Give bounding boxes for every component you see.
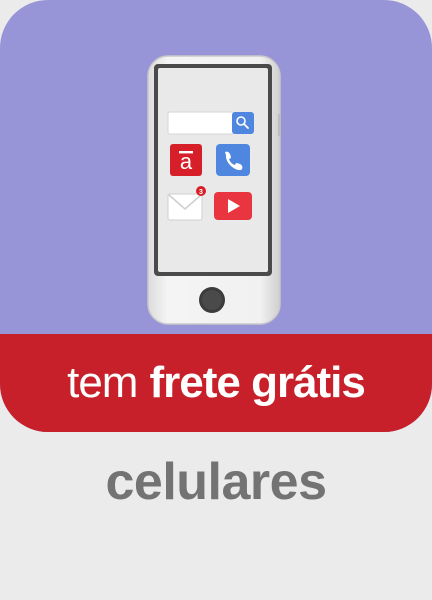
banner-text-regular: tem: [67, 358, 138, 407]
free-shipping-banner: tem frete grátis: [0, 334, 432, 432]
home-button: [199, 287, 225, 313]
smartphone-illustration: a 3: [147, 55, 281, 325]
category-card-celulares[interactable]: a 3 tem frete grátis: [0, 0, 432, 432]
banner-text-bold: frete grátis: [149, 358, 365, 407]
phone-body: [147, 55, 281, 325]
play-video-icon: [214, 192, 252, 220]
app-logo-icon: a: [170, 144, 202, 176]
phone-call-icon: [216, 144, 250, 176]
search-bar: [167, 111, 254, 135]
category-label[interactable]: celulares: [0, 452, 432, 512]
notification-badge: 3: [199, 189, 203, 196]
